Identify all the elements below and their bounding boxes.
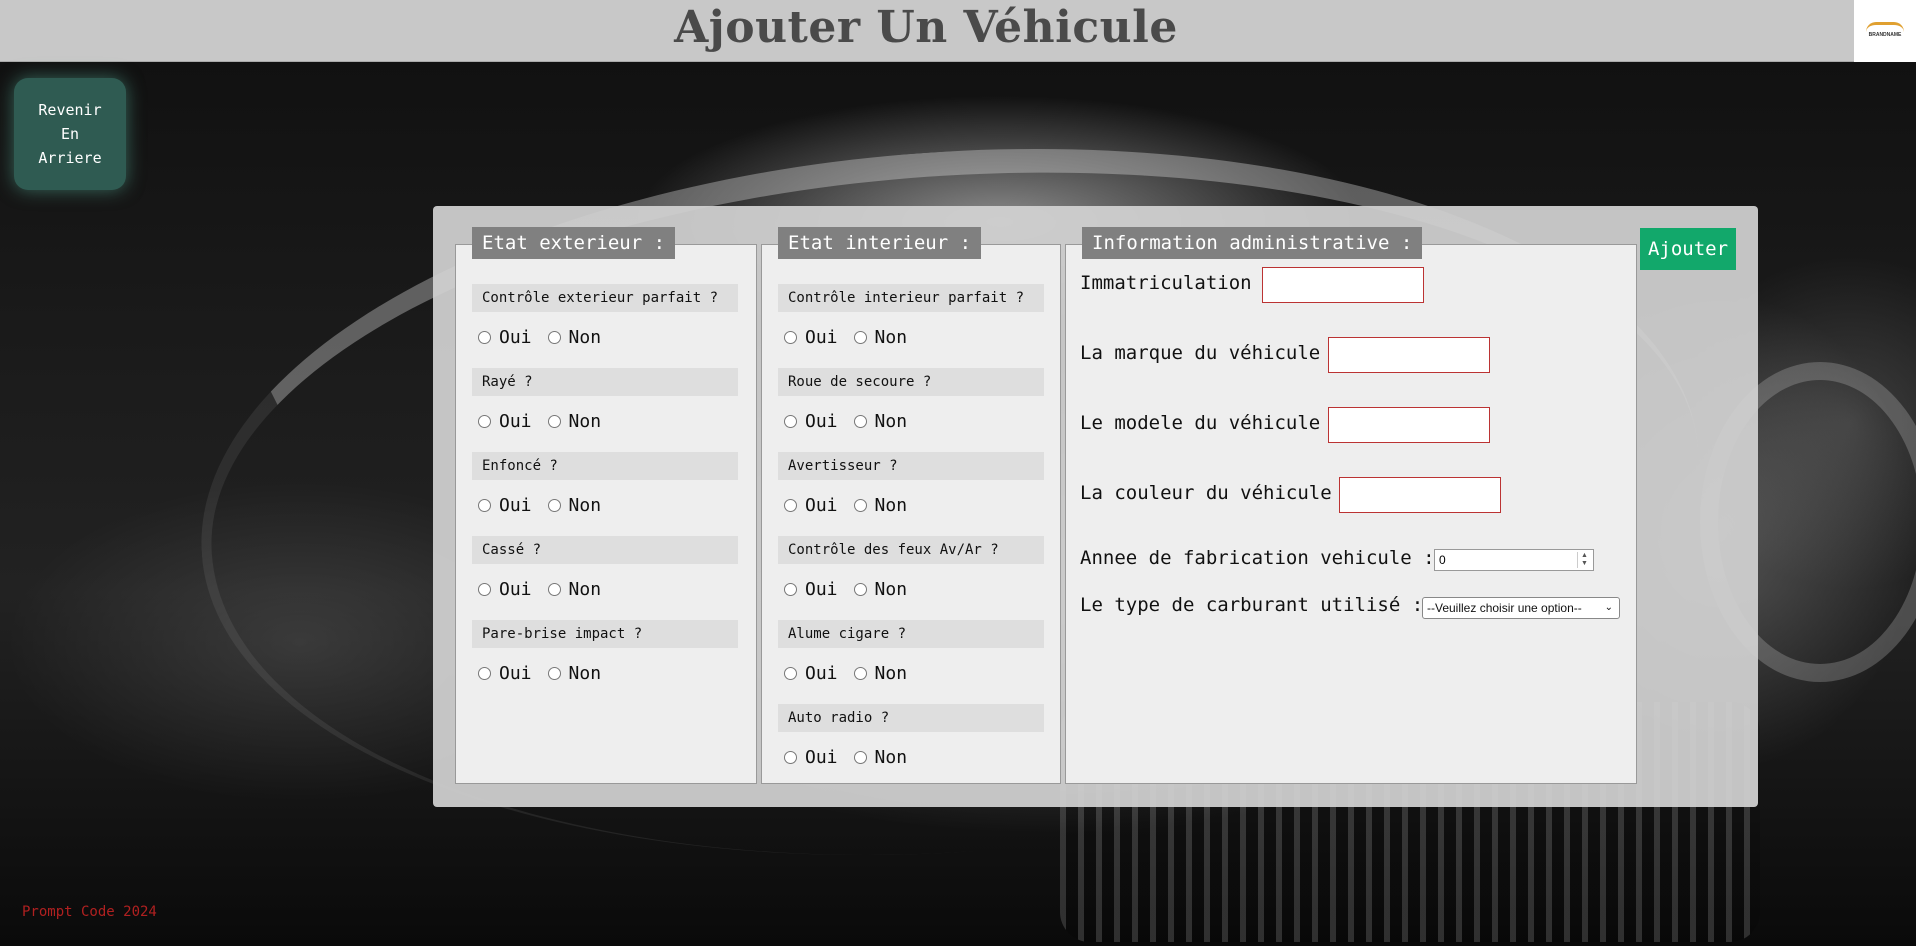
marque-input[interactable] — [1328, 337, 1490, 373]
radio-no[interactable] — [853, 582, 867, 596]
modele-input[interactable] — [1328, 407, 1490, 443]
radio-no[interactable] — [547, 582, 561, 596]
radio-yes[interactable] — [784, 582, 797, 596]
radio-no[interactable] — [547, 498, 561, 512]
chevron-down-icon: ⌄ — [1604, 602, 1613, 613]
radio-group-interior-lights: Oui Non — [784, 577, 923, 601]
page-title: Ajouter Un Véhicule — [674, 2, 1178, 53]
radio-group-exterior-windshield: Oui Non — [478, 661, 617, 685]
brand-logo[interactable]: BRANDNAME — [1854, 0, 1916, 62]
couleur-label: La couleur du véhicule : — [1080, 482, 1355, 504]
admin-fieldset: Information administrative : Immatricula… — [1065, 227, 1637, 784]
question-interior-spare-wheel: Roue de secoure ? — [778, 368, 1044, 396]
radio-no[interactable] — [853, 330, 867, 344]
annee-label: Annee de fabrication vehicule : — [1080, 547, 1435, 569]
footer-credit: Prompt Code 2024 — [22, 904, 157, 920]
radio-no[interactable] — [853, 666, 867, 680]
exterior-legend: Etat exterieur : — [472, 227, 676, 259]
question-exterior-dented: Enfoncé ? — [472, 452, 738, 480]
interior-legend: Etat interieur : — [778, 227, 982, 259]
car-logo-icon: BRANDNAME — [1862, 20, 1908, 42]
radio-no[interactable] — [547, 330, 561, 344]
radio-group-interior-spare-wheel: Oui Non — [784, 409, 923, 433]
back-button-line-1: Revenir — [38, 101, 102, 119]
question-interior-lights: Contrôle des feux Av/Ar ? — [778, 536, 1044, 564]
marque-label: La marque du véhicule : — [1080, 342, 1344, 364]
add-vehicle-button[interactable]: Ajouter — [1640, 228, 1736, 270]
header-bar: Ajouter Un Véhicule BRANDNAME — [0, 0, 1916, 62]
radio-group-interior-lighter: Oui Non — [784, 661, 923, 685]
back-button-line-3: Arriere — [38, 149, 102, 167]
question-exterior-broken: Cassé ? — [472, 536, 738, 564]
question-interior-perfect: Contrôle interieur parfait ? — [778, 284, 1044, 312]
radio-yes[interactable] — [478, 414, 491, 428]
question-interior-radio: Auto radio ? — [778, 704, 1044, 732]
couleur-input[interactable] — [1339, 477, 1501, 513]
question-exterior-perfect: Contrôle exterieur parfait ? — [472, 284, 738, 312]
radio-yes[interactable] — [478, 666, 491, 680]
radio-no[interactable] — [853, 498, 867, 512]
question-exterior-scratched: Rayé ? — [472, 368, 738, 396]
back-button-line-2: En — [60, 125, 80, 143]
modele-label: Le modele du véhicule : — [1080, 412, 1344, 434]
exterior-fieldset: Etat exterieur : Contrôle exterieur parf… — [455, 227, 757, 784]
radio-group-exterior-dented: Oui Non — [478, 493, 617, 517]
carburant-select[interactable]: --Veuillez choisir une option-- ⌄ — [1422, 597, 1620, 619]
spinner-arrows-icon[interactable]: ▲ ▼ — [1577, 552, 1591, 568]
radio-yes[interactable] — [784, 414, 797, 428]
radio-yes[interactable] — [784, 330, 797, 344]
immatriculation-label: Immatriculation : — [1080, 272, 1275, 294]
radio-yes[interactable] — [784, 666, 797, 680]
radio-no[interactable] — [853, 414, 867, 428]
radio-no[interactable] — [547, 414, 561, 428]
radio-yes[interactable] — [478, 582, 491, 596]
radio-yes[interactable] — [784, 750, 797, 764]
radio-group-exterior-perfect: Oui Non — [478, 325, 617, 349]
question-interior-horn: Avertisseur ? — [778, 452, 1044, 480]
annee-number-input[interactable]: 0 ▲ ▼ — [1434, 549, 1594, 571]
admin-legend: Information administrative : — [1082, 227, 1423, 259]
vehicle-form-panel: Etat exterieur : Contrôle exterieur parf… — [433, 206, 1758, 807]
carburant-label: Le type de carburant utilisé : — [1080, 594, 1424, 616]
question-interior-lighter: Alume cigare ? — [778, 620, 1044, 648]
back-button[interactable]: Revenir En Arriere — [14, 78, 126, 190]
immatriculation-input[interactable] — [1262, 267, 1424, 303]
radio-yes[interactable] — [478, 330, 491, 344]
radio-group-interior-perfect: Oui Non — [784, 325, 923, 349]
question-exterior-windshield: Pare-brise impact ? — [472, 620, 738, 648]
radio-group-interior-horn: Oui Non — [784, 493, 923, 517]
radio-group-exterior-broken: Oui Non — [478, 577, 617, 601]
radio-no[interactable] — [547, 666, 561, 680]
radio-group-exterior-scratched: Oui Non — [478, 409, 617, 433]
radio-group-interior-radio: Oui Non — [784, 745, 923, 769]
interior-fieldset: Etat interieur : Contrôle interieur parf… — [761, 227, 1061, 784]
radio-yes[interactable] — [478, 498, 491, 512]
radio-no[interactable] — [853, 750, 867, 764]
radio-yes[interactable] — [784, 498, 797, 512]
